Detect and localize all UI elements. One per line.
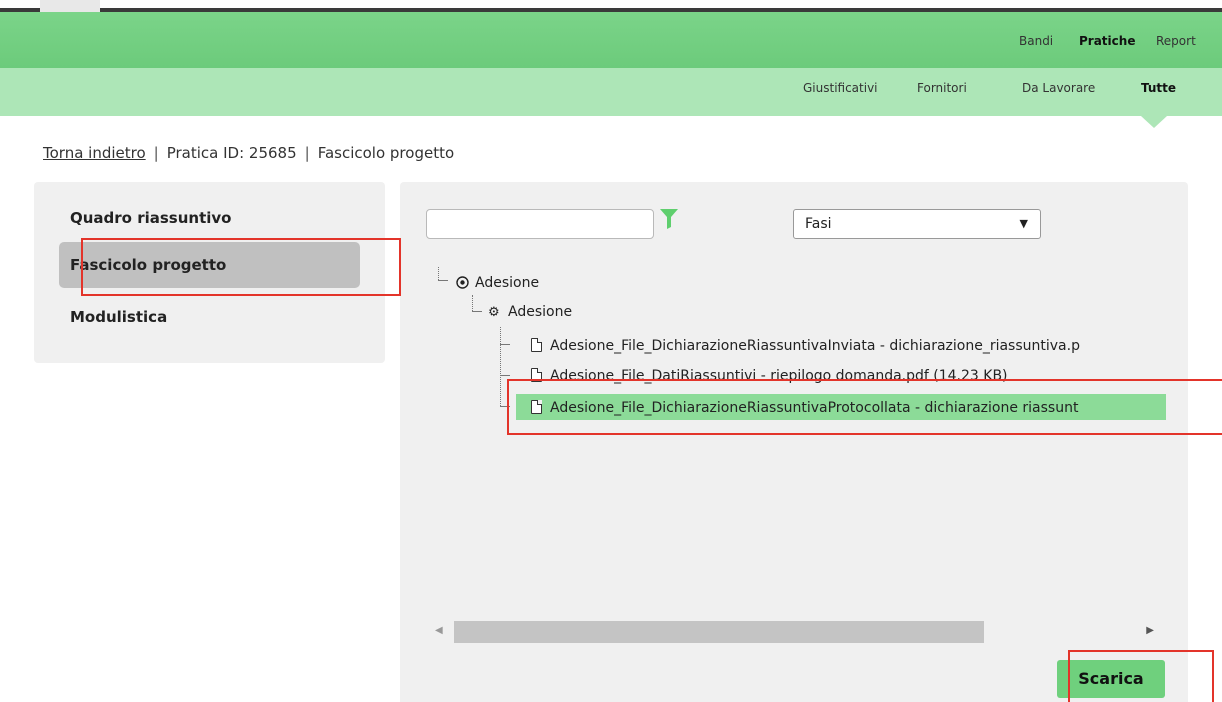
filter-icon[interactable] <box>660 209 678 229</box>
nav-item-bandi[interactable]: Bandi <box>1019 34 1053 48</box>
active-tab-caret <box>1141 116 1167 128</box>
breadcrumb: Torna indietro | Pratica ID: 25685 | Fascico… <box>43 144 454 162</box>
file-icon <box>531 338 542 352</box>
highlight-box-sidebar <box>81 238 401 296</box>
highlight-box-download <box>1068 650 1214 702</box>
subnav-item-tutte[interactable]: Tutte <box>1141 81 1176 95</box>
phase-select[interactable]: Fasi ▼ <box>793 209 1041 239</box>
sidebar-item-quadro-riassuntivo[interactable]: Quadro riassuntivo <box>59 195 360 241</box>
tree-connector <box>438 280 448 281</box>
breadcrumb-separator: | <box>153 144 159 162</box>
tree-node-label: Adesione <box>475 275 540 291</box>
browser-top-strip <box>0 0 1222 12</box>
nav-item-report[interactable]: Report <box>1156 34 1196 48</box>
radio-target-icon <box>456 276 469 289</box>
phase-select-value: Fasi <box>805 216 832 232</box>
gear-icon: ⚙ <box>488 305 500 320</box>
pratica-id: Pratica ID: 25685 <box>166 144 297 162</box>
sidebar-item-label: Quadro riassuntivo <box>70 209 232 227</box>
tree-connector <box>500 327 501 406</box>
subnav-item-da-lavorare[interactable]: Da Lavorare <box>1022 81 1095 95</box>
tree-connector <box>472 311 482 312</box>
highlight-box-selected-file <box>507 379 1222 435</box>
secondary-nav: Giustificativi Fornitori Da Lavorare Tut… <box>0 68 1222 116</box>
subnav-item-giustificativi[interactable]: Giustificativi <box>803 81 878 95</box>
tree-node-group[interactable]: ⚙ Adesione <box>488 304 572 320</box>
sidebar-item-modulistica[interactable]: Modulistica <box>59 294 360 340</box>
page-title: Fascicolo progetto <box>317 144 455 162</box>
primary-nav: Bandi Pratiche Report <box>0 12 1222 68</box>
scroll-right-icon[interactable]: ▶ <box>1146 625 1154 636</box>
top-tab <box>40 0 100 12</box>
tree-connector <box>500 375 510 376</box>
tree-connector <box>472 295 473 311</box>
tree-node-root[interactable]: Adesione <box>456 274 539 291</box>
horizontal-scrollbar[interactable]: ◀ ▶ <box>426 620 1166 644</box>
sidebar-item-label: Modulistica <box>70 308 168 326</box>
search-input[interactable] <box>426 209 654 239</box>
scrollbar-thumb[interactable] <box>454 621 984 643</box>
subnav-item-fornitori[interactable]: Fornitori <box>917 81 967 95</box>
tree-connector <box>438 267 439 280</box>
tree-connector <box>500 344 510 345</box>
nav-item-pratiche[interactable]: Pratiche <box>1079 34 1135 48</box>
file-tree-panel: Fasi ▼ Adesione ⚙ Adesione Adesione_File_… <box>400 182 1188 702</box>
chevron-down-icon: ▼ <box>1019 217 1028 230</box>
tree-file-label: Adesione_File_DichiarazioneRiassuntivaIn… <box>550 338 1080 354</box>
scroll-left-icon[interactable]: ◀ <box>435 625 443 636</box>
breadcrumb-separator: | <box>304 144 310 162</box>
tree-file-item[interactable]: Adesione_File_DichiarazioneRiassuntivaIn… <box>531 336 1080 354</box>
tree-node-label: Adesione <box>508 304 573 320</box>
back-link[interactable]: Torna indietro <box>43 144 146 162</box>
